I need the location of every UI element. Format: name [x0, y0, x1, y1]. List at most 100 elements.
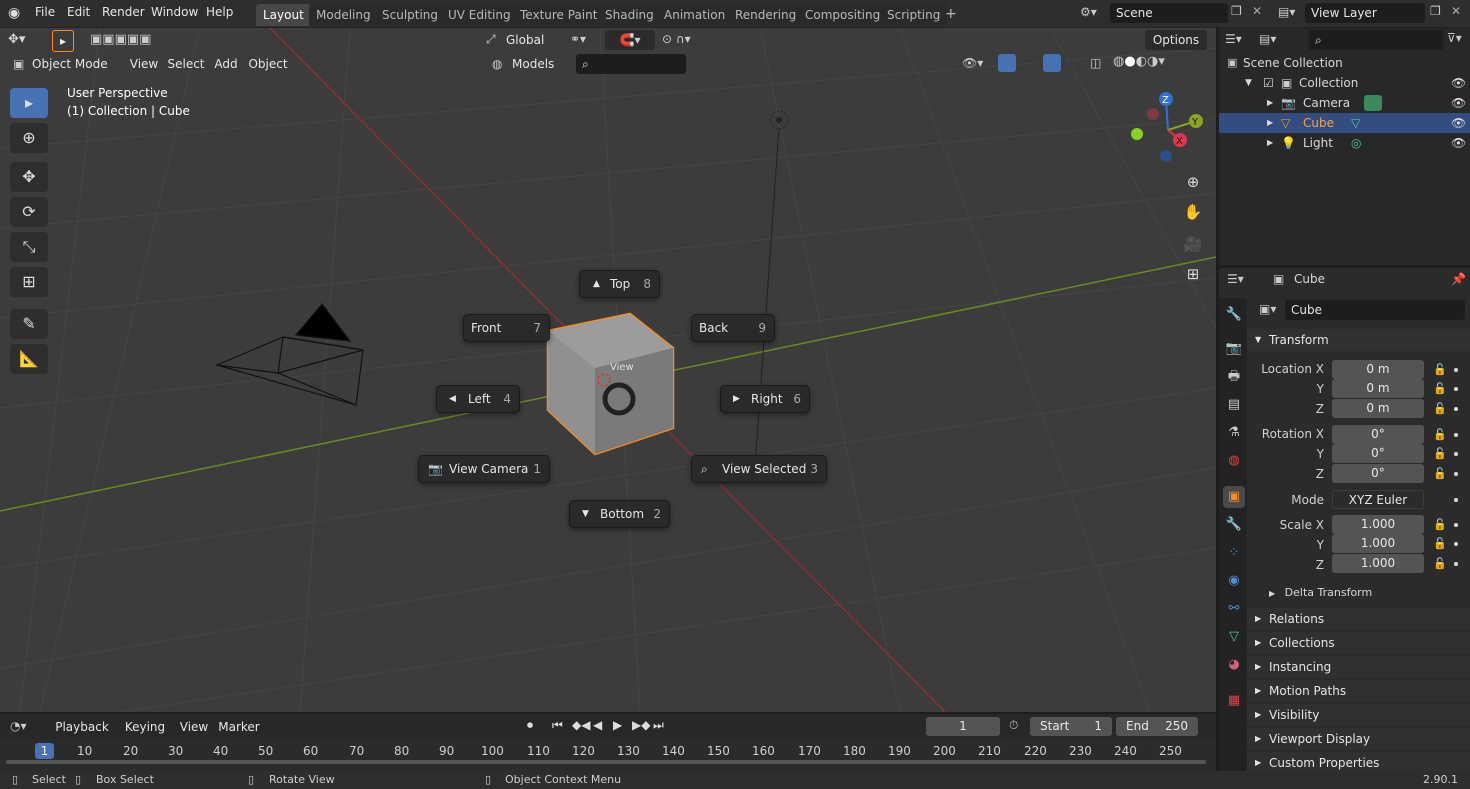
timeline-editor-icon[interactable]: ◔▾ [10, 719, 27, 733]
navigation-gizmo[interactable]: Z Y X [1128, 90, 1208, 170]
menu-view[interactable]: View [127, 54, 161, 74]
tab-uv-editing[interactable]: UV Editing [441, 4, 518, 26]
menu-timeline-view[interactable]: View [178, 717, 210, 737]
menu-add[interactable]: Add [212, 54, 240, 74]
mode-dropdown[interactable]: Object Mode [26, 54, 118, 74]
viewport-display-panel-header[interactable]: ▶ Viewport Display [1247, 728, 1470, 750]
tab-scripting[interactable]: Scripting [880, 4, 948, 26]
keyframe-dot-icon[interactable] [1454, 472, 1458, 476]
physics-icon[interactable]: ◉ [1223, 570, 1245, 592]
tool-transform-icon[interactable]: ⊞ [10, 267, 48, 297]
shading-modes-icon[interactable]: ◍●◐◑▾ [1113, 54, 1165, 69]
menu-object[interactable]: Object [245, 54, 291, 74]
menu-marker[interactable]: Marker [216, 717, 262, 737]
keyframe-dot-icon[interactable] [1454, 433, 1458, 437]
tool-scale-icon[interactable]: ⤡ [10, 232, 48, 262]
editor-type-icon[interactable]: ✥▾ [8, 32, 25, 47]
jump-end-icon[interactable]: ⏭ [653, 718, 664, 733]
add-workspace-icon[interactable]: + [945, 6, 957, 22]
tab-modeling[interactable]: Modeling [309, 4, 378, 26]
gizmo-toggle-icon[interactable] [998, 54, 1016, 72]
eye-icon[interactable]: 👁 [1451, 93, 1466, 113]
transform-panel-header[interactable]: ▼ Transform [1247, 329, 1470, 351]
outliner-item-camera[interactable]: ▶ 📷 Camera 👁 [1219, 93, 1470, 113]
tool-cursor-icon[interactable]: ⊕ [10, 123, 48, 153]
stopwatch-icon[interactable]: ⏱ [1009, 718, 1018, 733]
select-mode-icon[interactable]: ▸ [52, 30, 74, 52]
lock-icon[interactable]: 🔓 [1433, 467, 1447, 480]
lock-icon[interactable]: 🔓 [1433, 447, 1447, 460]
menu-playback[interactable]: Playback [48, 717, 116, 737]
tool-measure-icon[interactable]: 📐 [10, 344, 48, 374]
keyframe-dot-icon[interactable] [1454, 498, 1458, 502]
tab-shading[interactable]: Shading [598, 4, 661, 26]
tab-animation[interactable]: Animation [657, 4, 733, 26]
tool-rotate-icon[interactable]: ⟳ [10, 197, 48, 227]
pie-back-button[interactable]: Back 9 [691, 314, 775, 342]
texture-icon[interactable]: ▦ [1223, 690, 1245, 712]
outliner-editor-icon[interactable]: ☰▾ [1225, 32, 1242, 46]
viewport-search-field[interactable]: ⌕ [576, 54, 686, 74]
xray-icon[interactable]: ◫ [1090, 56, 1101, 70]
remove-scene-icon[interactable]: ✕ [1252, 4, 1262, 18]
eye-icon[interactable]: 👁 [1451, 113, 1466, 133]
pie-right-button[interactable]: ▶ Right 6 [720, 385, 810, 413]
properties-editor-icon[interactable]: ☰▾ [1227, 272, 1244, 286]
menu-edit[interactable]: Edit [67, 5, 90, 19]
outliner-collection-row[interactable]: ▼ ☑ ▣ Collection 👁 [1219, 73, 1470, 93]
blender-logo-icon[interactable]: ◉ [8, 5, 20, 21]
object-name-field[interactable]: Cube [1285, 300, 1465, 320]
outliner-search-field[interactable]: ⌕ [1309, 30, 1443, 50]
selection-modes-icon[interactable]: ▣▣▣▣▣ [90, 32, 151, 47]
keyframe-dot-icon[interactable] [1454, 542, 1458, 546]
lock-icon[interactable]: 🔓 [1433, 363, 1447, 376]
relations-panel-header[interactable]: ▶ Relations [1247, 608, 1470, 630]
render-icon[interactable]: 📷 [1223, 338, 1245, 360]
expand-arrow-icon[interactable]: ▼ [1245, 73, 1252, 93]
new-view-layer-icon[interactable]: ❐ [1430, 4, 1441, 18]
new-scene-icon[interactable]: ❐ [1231, 4, 1242, 18]
pie-view-camera-button[interactable]: 📷 View Camera 1 [418, 455, 550, 483]
filter-icon[interactable]: ⊽▾ [1447, 31, 1462, 45]
zoom-icon[interactable]: ⊕ [1179, 168, 1207, 196]
menu-help[interactable]: Help [206, 5, 233, 19]
current-frame-marker[interactable]: 1 [35, 743, 54, 759]
menu-render[interactable]: Render [102, 5, 145, 19]
tab-layout[interactable]: Layout [256, 4, 311, 26]
lock-icon[interactable]: 🔓 [1433, 557, 1447, 570]
scene-type-icon[interactable]: ⚙▾ [1080, 5, 1097, 19]
keyframe-dot-icon[interactable] [1454, 407, 1458, 411]
material-icon[interactable]: ◕ [1223, 654, 1245, 676]
outliner-item-cube[interactable]: ▶ ▽ Cube ▽ 👁 [1219, 113, 1470, 133]
tab-texture-paint[interactable]: Texture Paint [513, 4, 605, 26]
expand-arrow-icon[interactable]: ▶ [1267, 113, 1273, 133]
camera-view-icon[interactable]: 🎥 [1179, 230, 1207, 258]
instancing-panel-header[interactable]: ▶ Instancing [1247, 656, 1470, 678]
scale-z-field[interactable]: 1.000 [1332, 554, 1424, 573]
visibility-icon[interactable]: 👁▾ [962, 56, 983, 70]
play-reverse-icon[interactable]: ◀ [593, 718, 602, 732]
start-frame-field[interactable]: Start 1 [1030, 717, 1112, 736]
play-icon[interactable]: ▶ [613, 718, 622, 732]
proportional-edit-icon[interactable]: ⊙ ∩▾ [662, 32, 691, 46]
rotation-x-field[interactable]: 0° [1332, 425, 1424, 444]
end-frame-field[interactable]: End 250 [1116, 717, 1198, 736]
rotation-mode-dropdown[interactable]: XYZ Euler [1332, 490, 1424, 509]
record-icon[interactable]: ⏺ [527, 718, 533, 733]
3d-viewport[interactable]: ✥▾ ▸ ▣▣▣▣▣ ⤢ Global ⚭▾ 🧲▾ ⊙ ∩▾ Options ▣… [0, 28, 1216, 712]
lock-icon[interactable]: 🔓 [1433, 537, 1447, 550]
pivot-icon[interactable]: ⚭▾ [570, 32, 586, 46]
delta-transform-subpanel[interactable]: ▶ Delta Transform [1269, 586, 1372, 599]
motion-paths-panel-header[interactable]: ▶ Motion Paths [1247, 680, 1470, 702]
outliner-scene-collection[interactable]: ▣ Scene Collection [1219, 53, 1470, 73]
pan-hand-icon[interactable]: ✋ [1179, 198, 1207, 226]
location-y-field[interactable]: 0 m [1332, 379, 1424, 398]
object-type-icon[interactable]: ▣▾ [1259, 302, 1276, 316]
constraints-icon[interactable]: ⚯ [1223, 598, 1245, 620]
pie-bottom-button[interactable]: ▼ Bottom 2 [569, 500, 670, 528]
pin-icon[interactable]: 📌 [1451, 272, 1466, 286]
jump-start-icon[interactable]: ⏮ [552, 718, 563, 733]
menu-file[interactable]: File [35, 5, 55, 19]
tab-sculpting[interactable]: Sculpting [375, 4, 446, 26]
prev-keyframe-icon[interactable]: ◆◀ [572, 718, 590, 732]
